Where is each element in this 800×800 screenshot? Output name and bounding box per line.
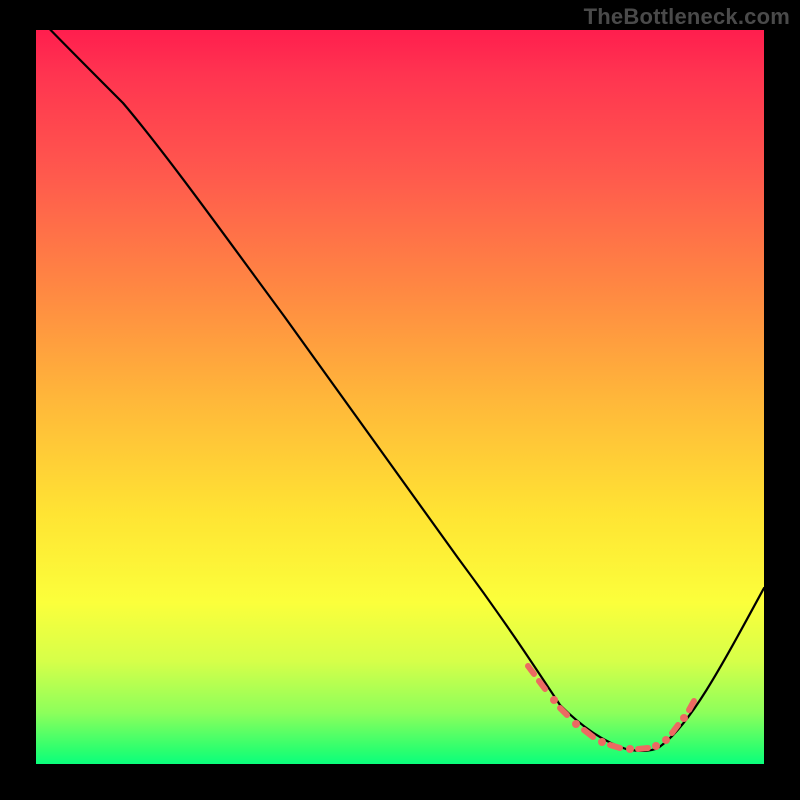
chart-frame: TheBottleneck.com xyxy=(0,0,800,800)
bottleneck-curve-svg xyxy=(36,30,764,764)
watermark-text: TheBottleneck.com xyxy=(584,4,790,30)
optimal-range-markers xyxy=(528,666,694,753)
plot-area xyxy=(36,30,764,764)
bottleneck-curve xyxy=(36,15,764,751)
